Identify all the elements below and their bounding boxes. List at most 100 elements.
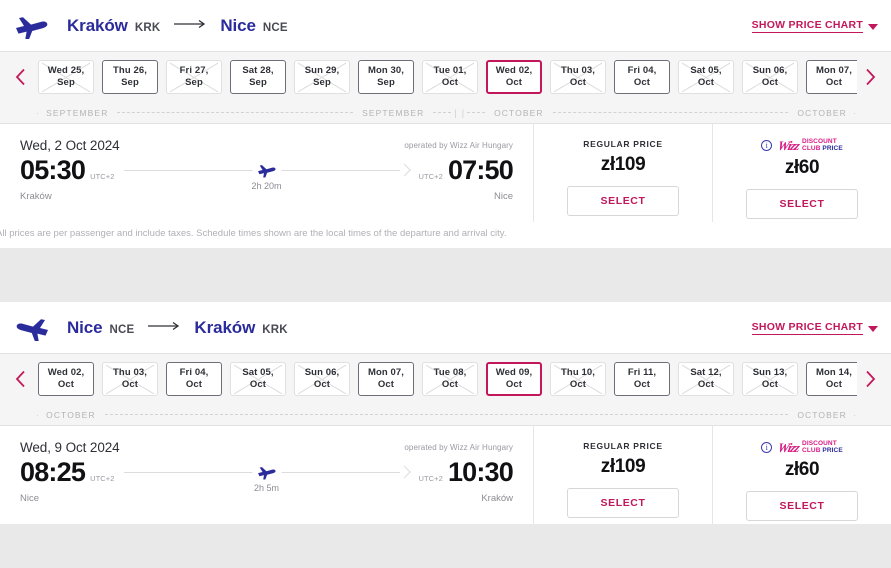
select-discount-button-return[interactable]: SELECT	[746, 491, 858, 521]
discount-price-amount: zł60	[784, 157, 820, 178]
show-price-chart-link-outbound[interactable]: SHOW PRICE CHART	[751, 18, 878, 33]
origin-city: Nice	[67, 317, 103, 337]
flight-search-results: Kraków KRK Nice NCE SHOW PRICE CHART Wed…	[0, 0, 891, 524]
date-cell: Thu 10, Oct	[550, 362, 606, 396]
outbound-date-selector: Wed 25, Sep Thu 26, Sep Fri 27, Sep Sat 28, Sep…	[0, 51, 891, 124]
return-itinerary: Wed, 9 Oct 2024 operated by Wizz Air Hun…	[0, 426, 533, 524]
show-price-chart-label: SHOW PRICE CHART	[751, 18, 863, 33]
plane-right-icon	[14, 11, 50, 41]
ruler-label-left: SEPTEMBER	[46, 107, 109, 118]
discount-price-amount: zł60	[784, 459, 820, 480]
date-cell: Sun 06, Oct	[294, 362, 350, 396]
return-regular-price-cell: REGULAR PRICE zł109 SELECT	[533, 426, 712, 524]
show-price-chart-link-return[interactable]: SHOW PRICE CHART	[751, 320, 878, 335]
date-cell[interactable]: Mon 07, Oct	[806, 60, 857, 94]
plane-left-icon	[14, 313, 50, 343]
info-icon[interactable]: i	[761, 442, 773, 453]
date-month: Sep	[249, 77, 267, 88]
date-month: Oct	[633, 77, 651, 88]
date-month: Oct	[825, 77, 843, 88]
outbound-flight-section: Kraków KRK Nice NCE SHOW PRICE CHART Wed…	[0, 0, 891, 248]
prev-dates-button-return[interactable]	[8, 364, 34, 394]
date-dow: Sun 29,	[304, 65, 340, 76]
date-cell[interactable]: Mon 07, Oct	[358, 362, 414, 396]
return-arrive-city: Kraków	[481, 493, 513, 504]
date-dow: Thu 10,	[561, 367, 595, 378]
date-cell[interactable]: Mon 30, Sep	[358, 60, 414, 94]
return-arrive-utc: UTC+2	[418, 474, 443, 483]
date-dow: Fri 04,	[179, 367, 209, 378]
outbound-date-strip: Wed 25, Sep Thu 26, Sep Fri 27, Sep Sat 28, Sep…	[0, 52, 891, 102]
origin-city: Kraków	[67, 15, 128, 35]
regular-price-label: REGULAR PRICE	[583, 441, 663, 451]
return-arrive-time: 10:30	[447, 457, 514, 487]
date-dow: Tue 01,	[433, 65, 467, 76]
date-dow: Tue 08,	[433, 367, 467, 378]
return-flight-date: Wed, 9 Oct 2024	[20, 440, 120, 455]
next-dates-button-outbound[interactable]	[857, 62, 883, 92]
section-separator	[0, 248, 891, 302]
date-cell: Tue 01, Oct	[422, 60, 478, 94]
select-regular-button-outbound[interactable]: SELECT	[567, 186, 679, 216]
date-month: Oct	[185, 379, 203, 390]
ruler-label-mid-right: OCTOBER	[494, 107, 544, 118]
return-operated-by: operated by Wizz Air Hungary	[404, 443, 513, 452]
date-cell[interactable]: Thu 26, Sep	[102, 60, 158, 94]
outbound-arrive-utc: UTC+2	[418, 172, 443, 181]
date-cell[interactable]: Fri 04, Oct	[166, 362, 222, 396]
date-cell[interactable]: Mon 14, Oct	[806, 362, 857, 396]
date-dow: Sun 13,	[752, 367, 788, 378]
date-month: Sep	[185, 77, 203, 88]
date-month: Oct	[249, 379, 267, 390]
chevron-down-icon	[868, 325, 878, 332]
show-price-chart-label: SHOW PRICE CHART	[751, 320, 863, 335]
outbound-flight-date: Wed, 2 Oct 2024	[20, 138, 120, 153]
date-dow: Mon 07,	[815, 65, 853, 76]
ruler-label-right: OCTOBER	[797, 107, 847, 118]
date-month: Oct	[441, 379, 459, 390]
date-cell[interactable]: Wed 02, Oct	[38, 362, 94, 396]
date-dow: Sat 12,	[690, 367, 722, 378]
price-disclaimer: All prices are per passenger and include…	[0, 222, 891, 248]
ruler-tick-end: ·	[852, 107, 857, 118]
origin-code: KRK	[134, 21, 161, 34]
date-cell: Sat 05, Oct	[230, 362, 286, 396]
plane-right-icon	[252, 162, 281, 179]
date-dow: Sat 28,	[242, 65, 274, 76]
outbound-route-header: Kraków KRK Nice NCE SHOW PRICE CHART	[0, 0, 891, 51]
date-month: Oct	[761, 379, 779, 390]
wizz-wordmark: Wizz	[776, 138, 801, 153]
prev-dates-button-outbound[interactable]	[8, 62, 34, 92]
date-dow: Wed 02,	[495, 65, 533, 76]
date-cell[interactable]: Fri 04, Oct	[614, 60, 670, 94]
date-cell[interactable]: Fri 11, Oct	[614, 362, 670, 396]
date-month: Oct	[57, 379, 75, 390]
outbound-arrive-time: 07:50	[447, 155, 514, 185]
date-month: Sep	[121, 77, 139, 88]
ruler-label-mid-left: SEPTEMBER	[362, 107, 425, 118]
date-month: Oct	[505, 379, 523, 390]
wizz-wordmark: Wizz	[776, 440, 801, 455]
select-discount-button-outbound[interactable]: SELECT	[746, 189, 858, 219]
return-depart-utc: UTC+2	[90, 474, 115, 483]
return-route-names: Nice NCE Kraków KRK	[67, 318, 288, 338]
info-icon[interactable]: i	[761, 140, 773, 151]
outbound-discount-price-cell: i Wizz DISCOUNT CLUB PRICE zł60 SELECT	[712, 124, 891, 222]
return-flight-track: 2h 5m	[123, 457, 412, 493]
outbound-duration: 2h 20m	[251, 181, 282, 191]
return-date-strip: Wed 02, Oct Thu 03, Oct Fri 04, Oct Sat 05, Oct…	[0, 354, 891, 404]
wizz-discount-club-logo: Wizz DISCOUNT CLUB PRICE	[776, 138, 843, 153]
date-month: Oct	[569, 379, 587, 390]
track-arrowhead-icon	[398, 465, 412, 479]
date-cell[interactable]: Sat 28, Sep	[230, 60, 286, 94]
select-regular-button-return[interactable]: SELECT	[567, 488, 679, 518]
date-month: Oct	[569, 77, 587, 88]
date-cell[interactable]: Wed 02, Oct	[486, 60, 542, 94]
return-discount-price-cell: i Wizz DISCOUNT CLUB PRICE zł60 SELECT	[712, 426, 891, 524]
date-cell[interactable]: Wed 09, Oct	[486, 362, 542, 396]
next-dates-button-return[interactable]	[857, 364, 883, 394]
return-date-selector: Wed 02, Oct Thu 03, Oct Fri 04, Oct Sat 05, Oct…	[0, 353, 891, 426]
ruler-dash-1	[117, 112, 354, 113]
ruler-label-right: OCTOBER	[797, 409, 847, 420]
origin-code: NCE	[109, 323, 135, 336]
